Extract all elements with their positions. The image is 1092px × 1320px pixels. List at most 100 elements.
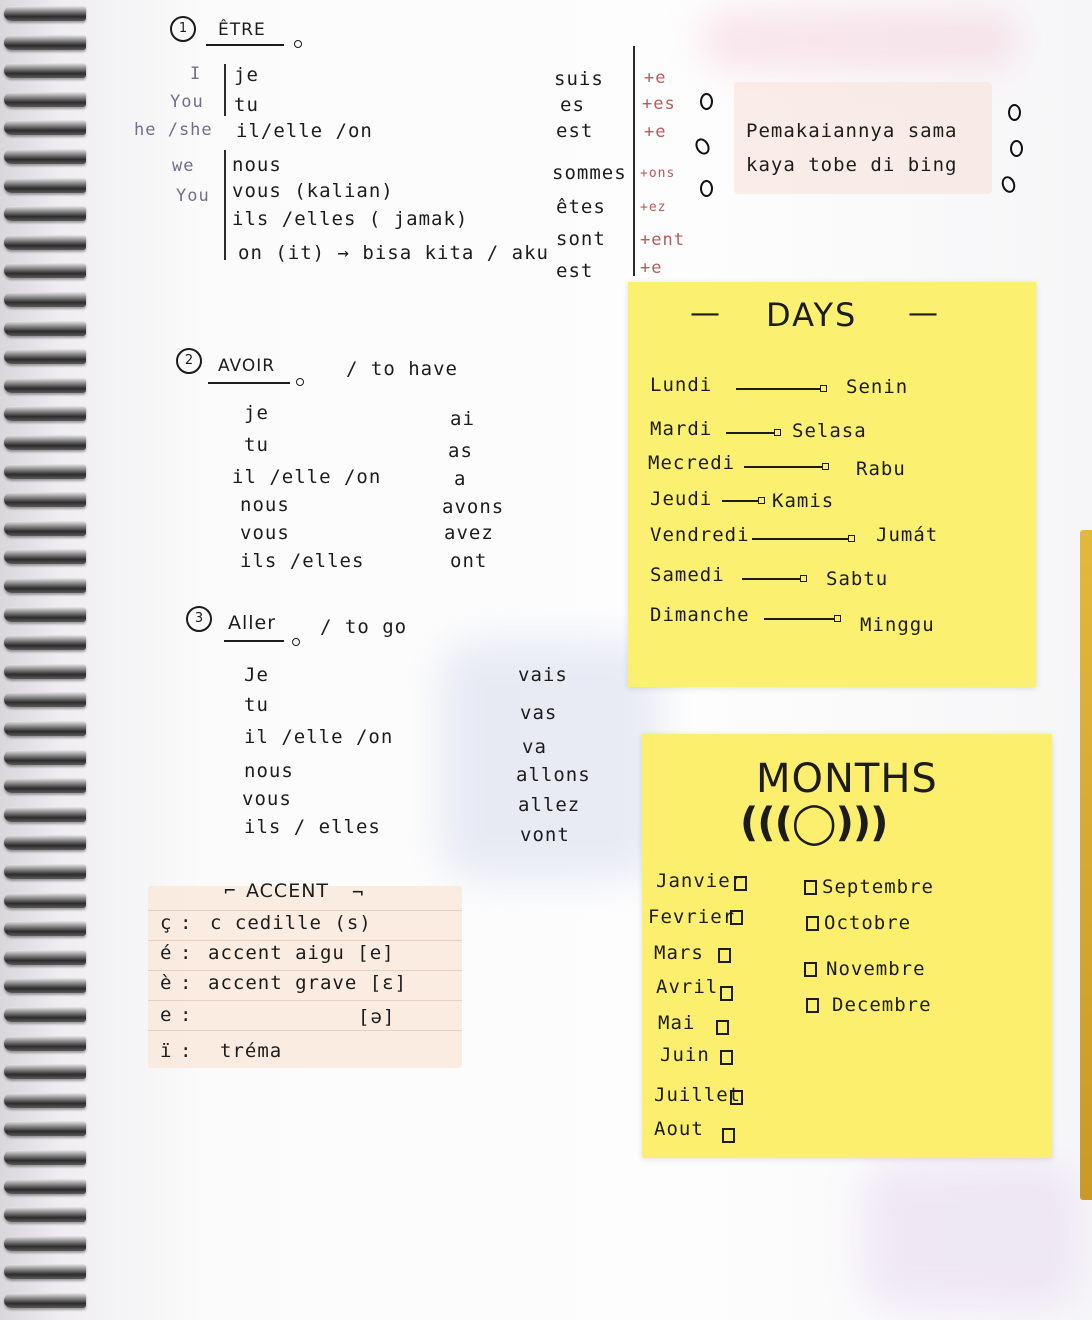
etre-en-pronoun: You (176, 186, 210, 206)
decor-bead (700, 180, 713, 197)
accent-colon: : (180, 1004, 193, 1026)
aller-title: Aller (228, 612, 277, 634)
avoir-pronoun: je (244, 402, 269, 424)
spiral-coil (4, 349, 86, 365)
aller-pronoun: tu (244, 694, 269, 716)
checkbox-icon (806, 998, 819, 1013)
aller-form: vas (520, 702, 558, 724)
day-fr: Samedi (650, 564, 725, 586)
month-left: Juillet (654, 1084, 742, 1106)
etre-form: est (556, 260, 594, 282)
checkbox-icon (804, 880, 817, 895)
etre-fr-pronoun: nous (232, 154, 282, 176)
month-right: Octobre (824, 912, 912, 934)
spiral-coil (4, 549, 86, 565)
day-fr: Lundi (650, 374, 713, 396)
spiral-coil (4, 63, 86, 79)
accent-desc: tréma (220, 1040, 283, 1062)
aller-pronoun: vous (242, 788, 292, 810)
avoir-form: ai (450, 408, 475, 430)
avoir-title: AVOIR (218, 356, 276, 376)
etre-en-pronoun: You (170, 92, 204, 112)
days-title: DAYS (766, 296, 858, 334)
aller-pronoun: nous (244, 760, 294, 782)
etre-en-pronoun: we (172, 156, 195, 176)
spiral-coil (4, 263, 86, 279)
day-arrow (742, 575, 807, 582)
spiral-coil (4, 406, 86, 422)
spiral-coil (4, 206, 86, 222)
tape-rule (148, 1030, 462, 1031)
accent-title-bracket-right: ¬ (352, 882, 365, 904)
spiral-coil (4, 692, 86, 708)
spiral-coil (4, 1235, 86, 1251)
etre-form: est (556, 120, 594, 142)
etre-form: suis (554, 68, 604, 90)
aller-form: vais (518, 664, 568, 686)
accent-mark: é (160, 942, 173, 964)
days-dash-right: — (908, 296, 940, 331)
month-right: Decembre (832, 994, 932, 1016)
accent-mark: ç (160, 912, 173, 934)
aller-form: vont (520, 824, 570, 846)
spiral-coil (4, 1121, 86, 1137)
etre-fr-pronoun: on (it) → bisa kita / aku (238, 242, 549, 264)
day-fr: Vendredi (650, 524, 750, 546)
etre-fr-pronoun: je (234, 64, 259, 86)
avoir-meaning: / to have (346, 358, 458, 380)
accent-title-bracket-left: ⌐ (224, 880, 237, 902)
spiral-coil (4, 34, 86, 50)
spiral-coil (4, 978, 86, 994)
spiral-coil (4, 1264, 86, 1280)
spiral-coil (4, 835, 86, 851)
spiral-coil (4, 1178, 86, 1194)
etre-divider-bottom (224, 150, 226, 260)
etre-ending: +e (644, 122, 667, 142)
day-id: Kamis (772, 490, 835, 512)
avoir-form: a (454, 468, 467, 490)
decor-bead (1010, 140, 1023, 157)
spiral-coil (4, 864, 86, 879)
day-fr: Mecredi (648, 452, 736, 474)
spiral-coil (4, 806, 86, 822)
accent-colon: : (180, 942, 193, 964)
spiral-coil (4, 320, 86, 336)
month-left: Aout (654, 1118, 704, 1140)
aller-pronoun: il /elle /on (244, 726, 394, 748)
checkbox-icon (720, 986, 733, 1001)
day-arrow (764, 615, 841, 622)
day-fr: Dimanche (650, 604, 750, 626)
spiral-binding (0, 0, 98, 1320)
accent-colon: : (180, 912, 193, 934)
ink-bleed-lilac (860, 1160, 1080, 1310)
checkbox-icon (716, 1020, 729, 1035)
checkbox-icon (720, 1050, 733, 1065)
month-left: Mai (658, 1012, 696, 1034)
spiral-coil (4, 120, 86, 136)
spiral-coil (4, 91, 86, 107)
avoir-form: ont (450, 550, 488, 572)
etre-note-line: kaya tobe di bing (746, 154, 958, 176)
aller-title-underline (224, 640, 284, 642)
tape-rule (148, 940, 462, 941)
spiral-coil (4, 1207, 86, 1223)
decor-bead (1008, 104, 1021, 121)
spiral-coil (4, 1092, 86, 1108)
etre-endings-divider (633, 46, 635, 276)
month-left: Juin (660, 1044, 710, 1066)
avoir-form: avez (444, 522, 494, 544)
accent-colon: : (180, 972, 193, 994)
accent-desc: accent aigu [e] (208, 942, 395, 964)
spiral-coil (4, 292, 86, 307)
spiral-coil (4, 778, 86, 794)
day-id: Sabtu (826, 568, 889, 590)
spiral-coil (4, 1035, 86, 1051)
spiral-coil (4, 606, 86, 622)
section-number-aller: 3 (186, 606, 212, 632)
avoir-pronoun: il /elle /on (232, 466, 382, 488)
spiral-coil (4, 492, 86, 508)
decor-bead (700, 93, 713, 110)
accent-desc: c cedille (s) (210, 912, 372, 934)
accent-colon: : (180, 1040, 193, 1062)
etre-ending: +e (644, 68, 667, 88)
